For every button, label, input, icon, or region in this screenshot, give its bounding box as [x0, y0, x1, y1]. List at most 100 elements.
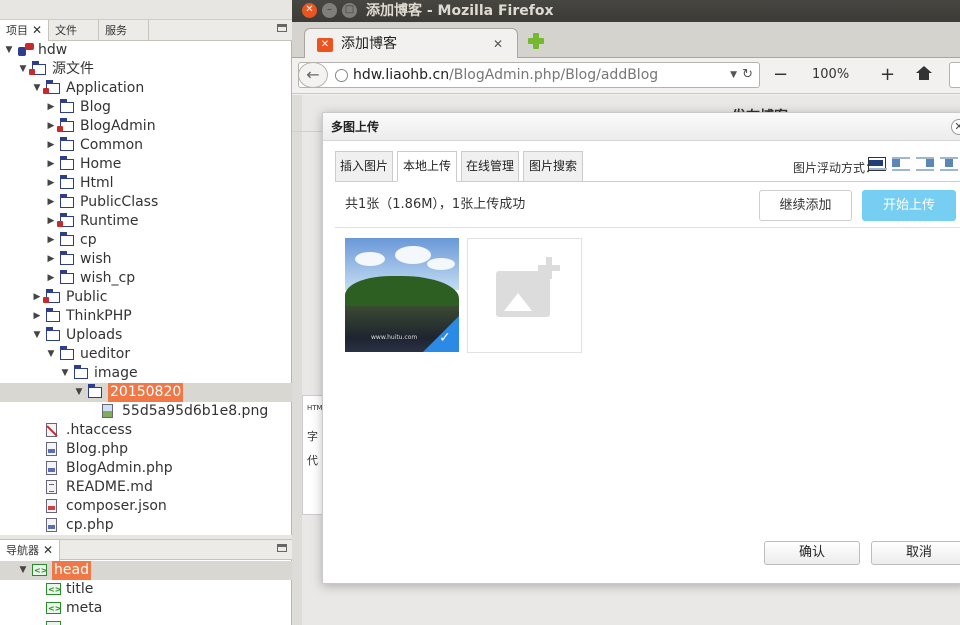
collapsed-arrow-icon[interactable]: ▶	[46, 231, 56, 250]
window-maximize-icon[interactable]: □	[342, 3, 357, 18]
add-image-placeholder[interactable]	[467, 238, 582, 353]
new-tab-plus-icon[interactable]	[528, 33, 544, 49]
tree-row[interactable]: ▶ PublicClass	[0, 193, 292, 212]
close-icon[interactable]: ✕	[32, 20, 42, 41]
uploaded-image-thumbnail[interactable]: www.huitu.com ✓	[345, 238, 459, 352]
folder-icon	[59, 194, 74, 208]
tab-projects[interactable]: 项目 ✕	[0, 20, 50, 41]
tree-row[interactable]: ▶ cp	[0, 231, 292, 250]
tree-label: 55d5a95d6b1e8.png	[122, 403, 269, 419]
editor-code-button[interactable]: 代	[307, 452, 318, 468]
expanded-arrow-icon[interactable]: ▼	[60, 364, 70, 383]
tree-row[interactable]: ▼ Application	[0, 79, 292, 98]
close-icon[interactable]: ✕	[43, 540, 53, 561]
home-icon[interactable]	[916, 66, 932, 80]
tab-image-search[interactable]: 图片搜索	[523, 151, 583, 182]
window-close-icon[interactable]: ✕	[302, 3, 317, 18]
tree-row[interactable]: ▶ wish	[0, 250, 292, 269]
globe-icon[interactable]	[335, 69, 348, 82]
folder-icon	[59, 346, 74, 360]
tree-row[interactable]: Blog.php	[0, 440, 292, 459]
expanded-arrow-icon[interactable]: ▼	[4, 41, 14, 60]
url-text[interactable]: hdw.liaohb.cn/BlogAdmin.php/Blog/addBlog	[353, 63, 658, 87]
collapsed-arrow-icon[interactable]: ▶	[46, 174, 56, 193]
tree-row[interactable]: ▼ head	[0, 561, 292, 580]
tree-row[interactable]: ▶ Public	[0, 288, 292, 307]
start-upload-button[interactable]: 开始上传	[862, 190, 956, 221]
minimize-icon[interactable]	[277, 544, 287, 552]
tree-row[interactable]: ▶ BlogAdmin	[0, 117, 292, 136]
cancel-button[interactable]: 取消	[871, 541, 960, 565]
tree-row[interactable]: .htaccess	[0, 421, 292, 440]
collapsed-arrow-icon[interactable]: ▶	[32, 288, 42, 307]
expanded-arrow-icon[interactable]: ▼	[18, 60, 28, 79]
folder-icon	[57, 213, 74, 227]
float-left-icon[interactable]	[892, 157, 910, 171]
collapsed-arrow-icon[interactable]: ▶	[46, 269, 56, 288]
url-bar[interactable]: ← hdw.liaohb.cn/BlogAdmin.php/Blog/addBl…	[298, 62, 760, 88]
back-arrow-icon[interactable]: ←	[298, 62, 328, 88]
folder-icon	[59, 99, 74, 113]
tree-row[interactable]: meta	[0, 599, 292, 618]
float-none-icon[interactable]	[868, 157, 887, 171]
expanded-arrow-icon[interactable]: ▼	[46, 345, 56, 364]
tree-row[interactable]: ▼ image	[0, 364, 292, 383]
tree-row[interactable]: BlogAdmin.php	[0, 459, 292, 478]
tree-row[interactable]: ▶ Blog	[0, 98, 292, 117]
tree-row[interactable]: ▼ ueditor	[0, 345, 292, 364]
minimize-icon[interactable]	[277, 24, 287, 32]
tree-row[interactable]: ▶ Common	[0, 136, 292, 155]
editor-font-button[interactable]: 字	[307, 428, 318, 444]
expanded-arrow-icon[interactable]: ▼	[32, 79, 42, 98]
dialog-close-icon[interactable]: ✕	[951, 119, 960, 135]
tree-row[interactable]: ▼ 20150820	[0, 383, 292, 402]
tab-navigator[interactable]: 导航器 ✕	[0, 540, 61, 561]
continue-add-button[interactable]: 继续添加	[759, 190, 852, 221]
collapsed-arrow-icon[interactable]: ▶	[46, 117, 56, 136]
tab-close-icon[interactable]: ✕	[493, 29, 503, 59]
xampp-favicon-icon: ✕	[317, 38, 333, 52]
tab-local-upload[interactable]: 本地上传	[397, 151, 457, 182]
zoom-out-button[interactable]: −	[773, 62, 788, 88]
tab-online-manage[interactable]: 在线管理	[461, 151, 519, 182]
confirm-button[interactable]: 确认	[764, 541, 860, 565]
collapsed-arrow-icon[interactable]: ▶	[46, 193, 56, 212]
url-dropdown-icon[interactable]: ▼	[730, 63, 737, 87]
tree-row[interactable]: README.md	[0, 478, 292, 497]
tree-row[interactable]: title	[0, 580, 292, 599]
collapsed-arrow-icon[interactable]: ▶	[46, 250, 56, 269]
tree-row[interactable]: ▼ hdw	[0, 41, 292, 60]
tree-row[interactable]: ▶ Html	[0, 174, 292, 193]
float-right-icon[interactable]	[916, 157, 934, 171]
browser-tab[interactable]: ✕ 添加博客 ✕	[304, 28, 518, 59]
folder-icon	[73, 365, 88, 379]
collapsed-arrow-icon[interactable]: ▶	[32, 307, 42, 326]
tree-row[interactable]: composer.json	[0, 497, 292, 516]
zoom-in-button[interactable]: +	[880, 62, 895, 88]
collapsed-arrow-icon[interactable]: ▶	[46, 98, 56, 117]
tree-row[interactable]: ▶ Home	[0, 155, 292, 174]
collapsed-arrow-icon[interactable]: ▶	[46, 155, 56, 174]
tree-row[interactable]: cp.php	[0, 516, 292, 535]
tree-row[interactable]: ▶ Runtime	[0, 212, 292, 231]
tab-files[interactable]: 文件	[49, 20, 100, 41]
tab-insert-image[interactable]: 插入图片	[335, 151, 393, 182]
tree-row[interactable]: ▼ 源文件	[0, 60, 292, 79]
expanded-arrow-icon[interactable]: ▼	[18, 561, 28, 580]
tree-row[interactable]: 55d5a95d6b1e8.png	[0, 402, 292, 421]
zoom-level[interactable]: 100%	[812, 62, 849, 88]
collapsed-arrow-icon[interactable]: ▶	[46, 136, 56, 155]
tab-services[interactable]: 服务	[99, 20, 150, 41]
expanded-arrow-icon[interactable]: ▼	[32, 326, 42, 345]
tree-row[interactable]	[0, 618, 292, 625]
html-tag-icon	[46, 599, 61, 618]
tree-row[interactable]: ▶ wish_cp	[0, 269, 292, 288]
collapsed-arrow-icon[interactable]: ▶	[46, 212, 56, 231]
window-minimize-icon[interactable]: –	[322, 3, 337, 18]
search-box[interactable]	[949, 62, 960, 88]
reload-icon[interactable]: ↻	[742, 63, 753, 87]
expanded-arrow-icon[interactable]: ▼	[74, 383, 84, 402]
float-center-icon[interactable]	[940, 157, 958, 171]
tree-row[interactable]: ▼ Uploads	[0, 326, 292, 345]
tree-row[interactable]: ▶ ThinkPHP	[0, 307, 292, 326]
